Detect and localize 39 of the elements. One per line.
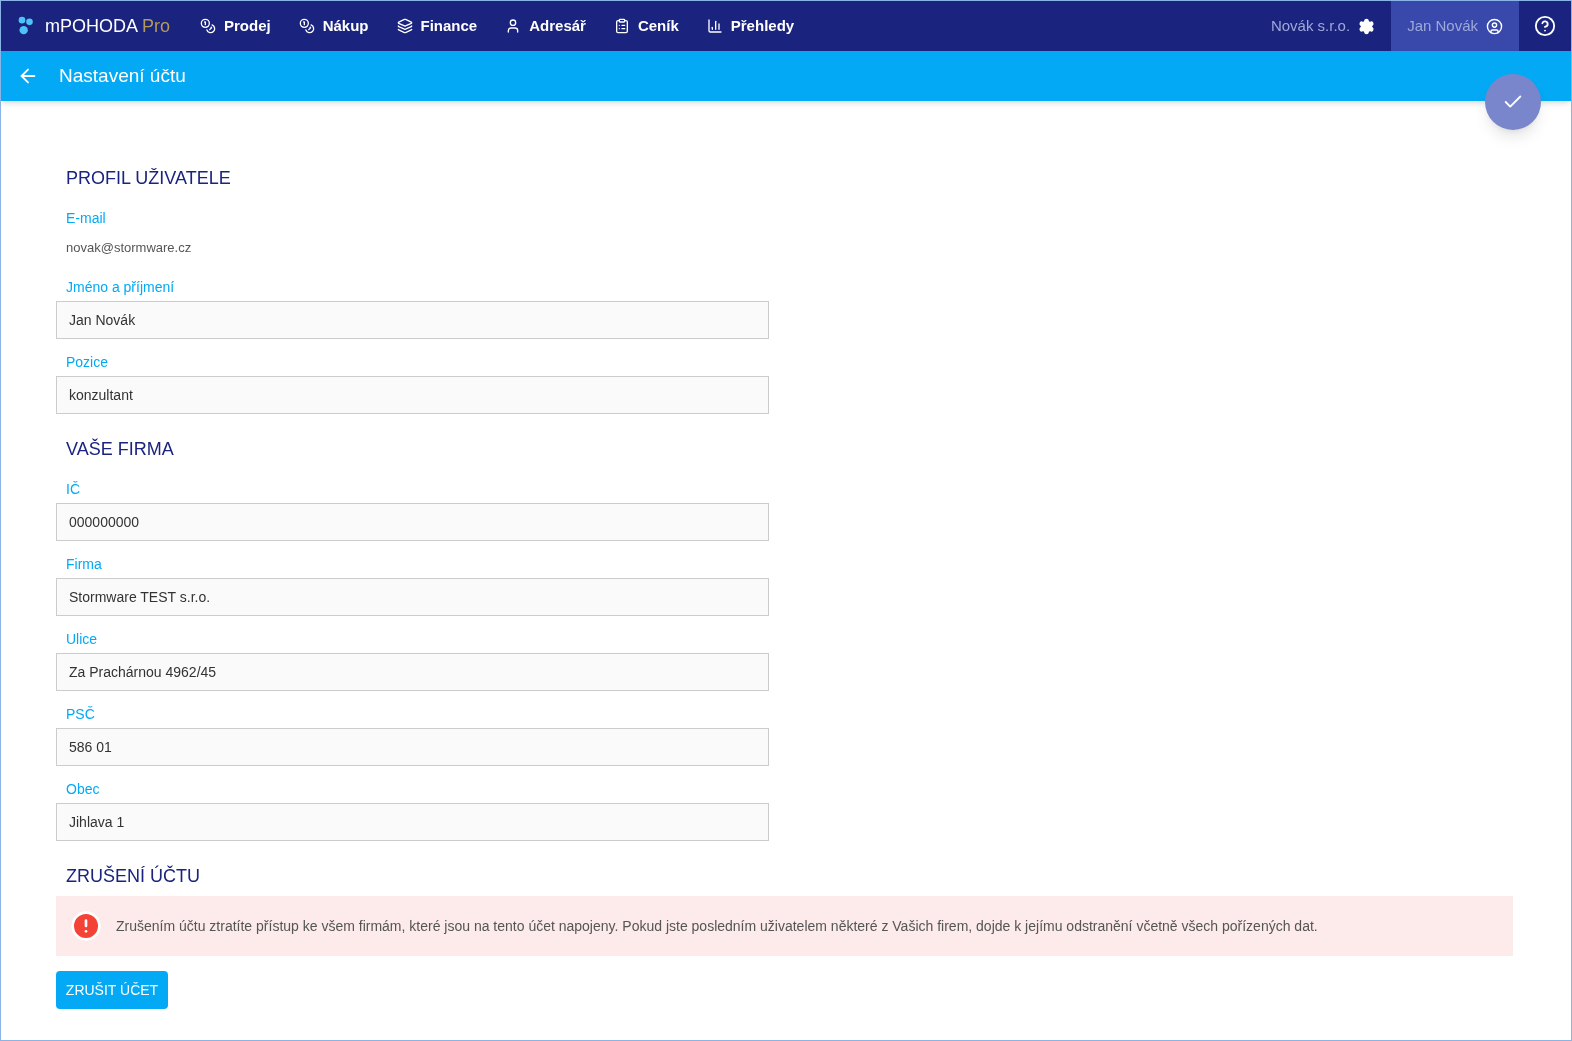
- app-name: mPOHODA Pro: [44, 14, 170, 38]
- section-heading: PROFIL UŽIVATELE: [66, 167, 232, 190]
- company-button[interactable]: Novák s.r.o.: [1254, 1, 1392, 51]
- input-field[interactable]: konzultant: [56, 376, 769, 414]
- email-value: novak@stormware.cz: [66, 239, 193, 257]
- section-heading: ZRUŠENÍ ÚČTU: [66, 864, 201, 888]
- confirm-button[interactable]: [1485, 74, 1541, 130]
- field-label: Firma: [66, 555, 103, 574]
- nav-icon: [200, 18, 216, 34]
- nav-link[interactable]: Adresář: [491, 1, 600, 51]
- nav-icon: [613, 18, 630, 34]
- input-field[interactable]: 586 01: [56, 728, 769, 766]
- field-label: E-mail: [66, 209, 107, 228]
- nav-link[interactable]: Ceník: [599, 1, 693, 51]
- section-heading: VAŠE FIRMA: [66, 437, 175, 461]
- input-field[interactable]: Stormware TEST s.r.o.: [56, 578, 769, 616]
- field-label: Pozice: [66, 353, 110, 372]
- nav-link[interactable]: Finance: [382, 1, 492, 51]
- nav-icon: [706, 18, 723, 34]
- page-title: Nastavení účtu: [59, 63, 186, 88]
- nav-icon: [396, 18, 413, 34]
- nav-icon: [298, 18, 315, 34]
- input-field[interactable]: Jan Novák: [56, 301, 769, 339]
- help-icon: [1534, 15, 1556, 37]
- field-label: IČ: [66, 480, 81, 499]
- field-label: Jméno a příjmení: [66, 278, 176, 297]
- settings-icon: [1358, 17, 1376, 35]
- field-label: Obec: [66, 780, 101, 799]
- input-field[interactable]: Za Prachárnou 4962/45: [56, 653, 769, 691]
- user-icon: [1486, 17, 1503, 35]
- field-label: PSČ: [66, 705, 96, 724]
- nav-link[interactable]: Přehledy: [692, 1, 809, 51]
- warning-icon: [70, 910, 102, 942]
- field-label: Ulice: [66, 630, 99, 649]
- nav-link[interactable]: Prodej: [186, 1, 285, 51]
- nav-link[interactable]: Nákup: [284, 1, 383, 51]
- input-field[interactable]: 000000000: [56, 503, 769, 541]
- warning-text: Zrušením účtu ztratíte přístup ke všem firmám, které jsou na tento účet napojeny. Pokud jste posledním uživatelem některé z Vašich firem, dojde k jejímu odstranění včetně všech pořízených dat.: [116, 916, 1318, 936]
- input-field[interactable]: Jihlava 1: [56, 803, 769, 841]
